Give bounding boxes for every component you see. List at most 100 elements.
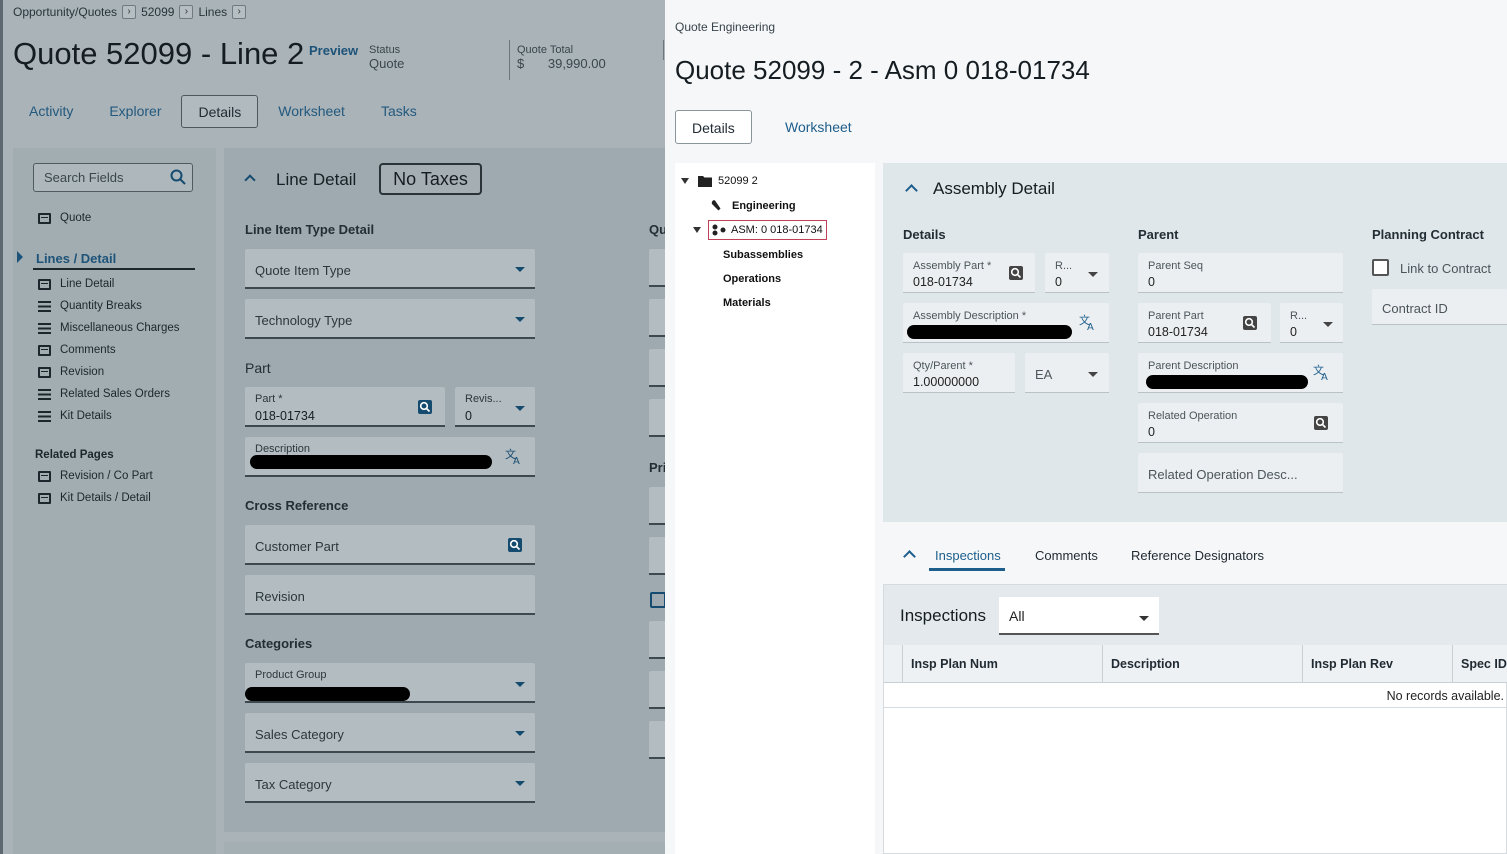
parent-part-field[interactable]: Parent Part 018-01734	[1138, 303, 1271, 343]
breadcrumb-item[interactable]: 52099	[141, 5, 174, 19]
quote-item-type-dropdown[interactable]: Quote Item Type	[245, 249, 535, 289]
inspections-grid: Inspections All Insp Plan Num Descriptio…	[883, 584, 1507, 854]
inspections-title: Inspections	[900, 606, 986, 625]
clipped-field[interactable]	[649, 399, 665, 437]
nav-line-detail[interactable]: Line Detail	[38, 278, 114, 290]
nav-revision[interactable]: Revision	[38, 366, 104, 378]
expand-arrow-icon[interactable]	[681, 178, 689, 184]
parent-rev-dropdown[interactable]: R... 0	[1280, 303, 1343, 343]
nav-kit-details[interactable]: Kit Details	[38, 410, 112, 422]
inspections-filter-dropdown[interactable]: All	[999, 597, 1159, 635]
chevron-right-icon[interactable]: ›	[122, 5, 137, 19]
nav-revision-co-part[interactable]: Revision / Co Part	[38, 470, 153, 482]
translate-icon[interactable]: 文A	[1079, 313, 1097, 331]
field-label: Parent Description	[1148, 360, 1239, 372]
tab-reference-designators[interactable]: Reference Designators	[1131, 548, 1264, 563]
clipped-field[interactable]	[649, 349, 665, 387]
parent-seq-field[interactable]: Parent Seq 0	[1138, 253, 1343, 293]
clipped-field[interactable]	[649, 671, 665, 709]
nav-misc-charges[interactable]: Miscellaneous Charges	[38, 322, 180, 334]
related-operation-desc-field[interactable]: Related Operation Desc...	[1138, 453, 1343, 493]
customer-part-search-icon[interactable]	[507, 537, 523, 553]
qty-parent-field[interactable]: Qty/Parent * 1.00000000	[903, 353, 1015, 393]
tab-worksheet[interactable]: Worksheet	[262, 95, 361, 128]
description-field[interactable]: Description 文A	[245, 437, 535, 477]
tab-worksheet[interactable]: Worksheet	[769, 110, 868, 144]
field-placeholder: Tax Category	[255, 777, 332, 792]
parent-part-search-icon[interactable]	[1242, 315, 1258, 331]
nav-lines-detail[interactable]: Lines / Detail	[36, 251, 116, 266]
technology-type-dropdown[interactable]: Technology Type	[245, 299, 535, 339]
clipped-field[interactable]	[649, 621, 665, 659]
tab-explorer[interactable]: Explorer	[93, 95, 177, 128]
tree-node-engineering[interactable]: Engineering	[711, 199, 796, 212]
chevron-right-icon[interactable]: ›	[232, 5, 247, 19]
related-operation-field[interactable]: Related Operation 0	[1138, 403, 1343, 443]
tab-comments[interactable]: Comments	[1035, 548, 1098, 563]
translate-icon[interactable]: 文A	[1313, 363, 1331, 381]
clipped-field[interactable]	[649, 249, 665, 287]
breadcrumb-item[interactable]: Lines	[198, 5, 227, 19]
field-placeholder: Revision	[255, 589, 305, 604]
tab-activity[interactable]: Activity	[13, 95, 89, 128]
search-fields-input[interactable]: Search Fields	[33, 163, 193, 192]
page-icon	[38, 344, 51, 356]
part-field[interactable]: Part * 018-01734	[245, 387, 445, 427]
side-nav: Search Fields Quote Lines / Detail Line …	[13, 148, 216, 854]
col-insp-plan-rev[interactable]: Insp Plan Rev	[1302, 645, 1452, 683]
part-search-icon[interactable]	[417, 399, 433, 415]
col-insp-plan-num[interactable]: Insp Plan Num	[902, 645, 1102, 683]
col-description[interactable]: Description	[1102, 645, 1302, 683]
uom-dropdown[interactable]: EA	[1025, 353, 1109, 393]
tab-inspections[interactable]: Inspections	[929, 548, 1005, 571]
tree-node-root[interactable]: 52099 2	[681, 175, 758, 187]
assembly-description-field[interactable]: Assembly Description * 文A	[903, 303, 1109, 343]
nav-quantity-breaks[interactable]: Quantity Breaks	[38, 300, 142, 312]
assembly-rev-dropdown[interactable]: R... 0	[1045, 253, 1109, 293]
currency-symbol: $	[517, 56, 525, 71]
preview-link[interactable]: Preview	[309, 43, 358, 58]
collapse-icon[interactable]	[905, 184, 918, 197]
assembly-icon	[712, 224, 726, 236]
nav-kit-details-detail[interactable]: Kit Details / Detail	[38, 492, 151, 504]
chevron-right-icon[interactable]: ›	[179, 5, 194, 19]
grid-select-column[interactable]	[884, 645, 902, 683]
assembly-part-field[interactable]: Assembly Part * 018-01734	[903, 253, 1035, 293]
tab-details[interactable]: Details	[181, 95, 259, 128]
tree-node-operations[interactable]: Operations	[723, 273, 781, 285]
search-icon[interactable]	[170, 169, 186, 185]
nav-comments[interactable]: Comments	[38, 344, 116, 356]
tax-category-dropdown[interactable]: Tax Category	[245, 763, 535, 803]
product-group-dropdown[interactable]: Product Group	[245, 663, 535, 703]
revision-dropdown[interactable]: Revis... 0	[455, 387, 535, 427]
col-spec-id[interactable]: Spec ID	[1452, 645, 1507, 683]
clipped-field[interactable]	[649, 487, 665, 525]
clipped-field[interactable]	[649, 721, 665, 759]
tab-tasks[interactable]: Tasks	[365, 95, 433, 128]
collapse-icon[interactable]	[903, 550, 916, 563]
parent-description-field[interactable]: Parent Description 文A	[1138, 353, 1343, 393]
breadcrumb-item[interactable]: Opportunity/Quotes	[13, 5, 117, 19]
sales-category-dropdown[interactable]: Sales Category	[245, 713, 535, 753]
field-value: 1.00000000	[913, 375, 980, 389]
tree-node-asm[interactable]: ASM: 0 018-01734	[693, 220, 827, 240]
tree-node-materials[interactable]: Materials	[723, 297, 771, 309]
translate-icon[interactable]: 文A	[505, 447, 523, 465]
tree-node-subassemblies[interactable]: Subassemblies	[723, 249, 803, 261]
clipped-field[interactable]	[649, 299, 665, 337]
cross-ref-revision-field[interactable]: Revision	[245, 575, 535, 615]
contract-id-field[interactable]: Contract ID	[1372, 289, 1507, 325]
nav-label: Line Detail	[60, 278, 115, 290]
part-search-icon[interactable]	[1008, 265, 1024, 281]
nav-label: Related Sales Orders	[60, 388, 170, 400]
checkbox[interactable]	[650, 592, 665, 608]
link-to-contract-checkbox[interactable]	[1372, 259, 1389, 276]
expand-arrow-icon[interactable]	[17, 251, 23, 263]
related-op-search-icon[interactable]	[1313, 415, 1329, 431]
tab-details[interactable]: Details	[675, 110, 752, 144]
nav-related-sales-orders[interactable]: Related Sales Orders	[38, 388, 170, 400]
nav-quote[interactable]: Quote	[38, 212, 91, 224]
customer-part-field[interactable]: Customer Part	[245, 525, 535, 565]
expand-arrow-icon[interactable]	[693, 227, 701, 233]
clipped-field[interactable]	[649, 537, 665, 575]
